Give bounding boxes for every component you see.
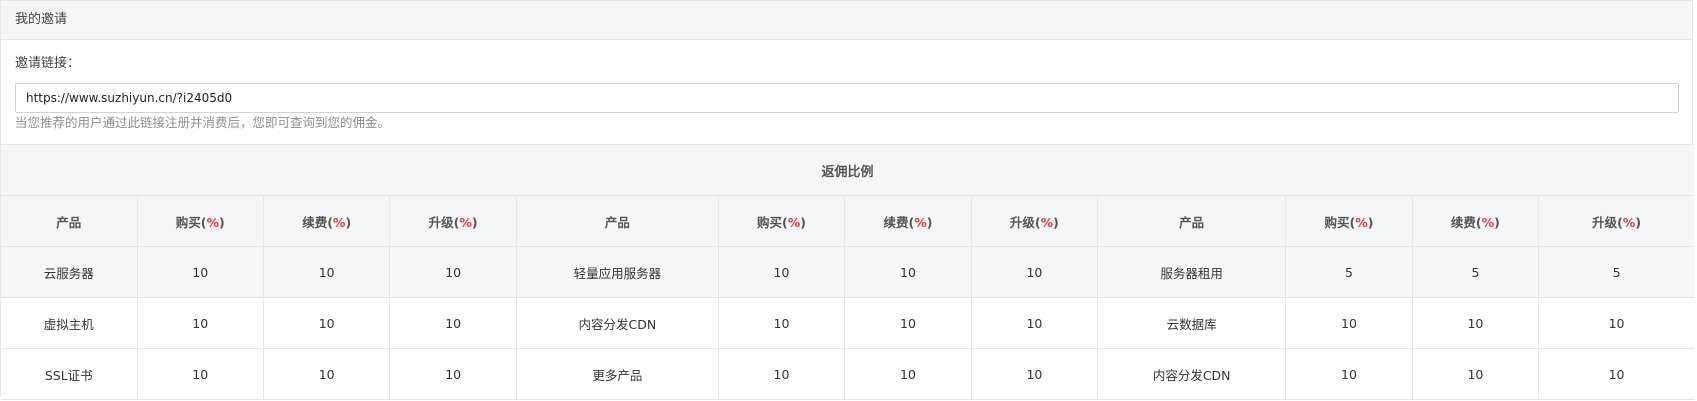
- col-upgrade: 升级(%): [970, 195, 1099, 247]
- col-buy-text: 购买(: [1324, 214, 1356, 230]
- pct-symbol: %: [1481, 214, 1495, 230]
- buy-rate-cell: 10: [1285, 297, 1413, 349]
- product-cell: 云数据库: [1097, 297, 1287, 349]
- col-buy: 购买(%): [1285, 195, 1413, 247]
- upgrade-rate-cell: 10: [970, 246, 1099, 298]
- col-buy: 购买(%): [717, 195, 846, 247]
- upgrade-rate-cell: 10: [970, 348, 1099, 400]
- pct-symbol: %: [459, 214, 472, 230]
- table-row: SSL证书 10 10 10 更多产品 10 10 10 内容分发CDN 10 …: [1, 348, 1694, 400]
- product-cell: 虚拟主机: [1, 297, 138, 349]
- col-renew-text: 续费(: [302, 214, 333, 230]
- col-close: ): [1635, 214, 1642, 230]
- col-buy-text: 购买(: [175, 214, 207, 230]
- col-renew: 续费(%): [262, 195, 391, 247]
- col-renew: 续费(%): [844, 195, 972, 247]
- pct-symbol: %: [1622, 214, 1636, 230]
- col-buy: 购买(%): [136, 195, 264, 247]
- upgrade-rate-cell: 5: [1538, 246, 1694, 298]
- rebate-table-header: 产品 购买(%) 续费(%) 升级(%) 产品 购买(%) 续费(%) 升级(%…: [1, 195, 1694, 247]
- col-product: 产品: [1, 195, 138, 247]
- buy-rate-cell: 5: [1285, 246, 1413, 298]
- product-cell: 内容分发CDN: [515, 297, 719, 349]
- renew-rate-cell: 10: [1411, 348, 1540, 400]
- col-buy-text: 购买(: [757, 214, 788, 230]
- col-close: ): [1053, 214, 1059, 230]
- product-cell: 更多产品: [515, 348, 719, 400]
- col-upgrade-text: 升级(: [1009, 214, 1041, 230]
- col-renew: 续费(%): [1411, 195, 1540, 247]
- upgrade-rate-cell: 10: [389, 246, 517, 298]
- col-upgrade-text: 升级(: [1592, 214, 1623, 230]
- col-upgrade: 升级(%): [1538, 195, 1694, 247]
- col-close: ): [219, 214, 225, 230]
- buy-rate-cell: 10: [136, 348, 264, 400]
- pct-symbol: %: [332, 214, 346, 230]
- product-cell: SSL证书: [1, 348, 138, 400]
- invite-section: 邀请链接： 当您推荐的用户通过此链接注册并消费后，您即可查询到您的佣金。: [1, 40, 1692, 144]
- panel-title: 我的邀请: [1, 1, 1692, 40]
- invite-link-input[interactable]: [15, 83, 1679, 113]
- upgrade-rate-cell: 10: [970, 297, 1099, 349]
- col-upgrade-text: 升级(: [428, 214, 460, 230]
- col-renew-text: 续费(: [883, 214, 915, 230]
- renew-rate-cell: 10: [1411, 297, 1540, 349]
- col-close: ): [800, 214, 806, 230]
- buy-rate-cell: 10: [717, 348, 846, 400]
- rebate-rate-table: 返佣比例 产品 购买(%) 续费(%) 升级(%) 产品 购买(%) 续费(%)…: [1, 144, 1694, 400]
- pct-symbol: %: [1355, 214, 1368, 230]
- col-product: 产品: [1097, 195, 1287, 247]
- upgrade-rate-cell: 10: [1538, 297, 1694, 349]
- buy-rate-cell: 10: [717, 297, 846, 349]
- product-cell: 云服务器: [1, 246, 138, 298]
- pct-symbol: %: [787, 214, 801, 230]
- renew-rate-cell: 10: [844, 297, 972, 349]
- my-invitation-panel: 我的邀请 邀请链接： 当您推荐的用户通过此链接注册并消费后，您即可查询到您的佣金…: [0, 0, 1694, 400]
- buy-rate-cell: 10: [136, 246, 264, 298]
- renew-rate-cell: 5: [1411, 246, 1540, 298]
- table-row: 虚拟主机 10 10 10 内容分发CDN 10 10 10 云数据库 10 1…: [1, 297, 1694, 349]
- renew-rate-cell: 10: [262, 348, 391, 400]
- renew-rate-cell: 10: [844, 348, 972, 400]
- col-upgrade: 升级(%): [389, 195, 517, 247]
- upgrade-rate-cell: 10: [389, 297, 517, 349]
- buy-rate-cell: 10: [717, 246, 846, 298]
- invite-link-label: 邀请链接：: [15, 56, 81, 71]
- renew-rate-cell: 10: [844, 246, 972, 298]
- table-row: 云服务器 10 10 10 轻量应用服务器 10 10 10 服务器租用 5 5…: [1, 246, 1694, 298]
- pct-symbol: %: [1040, 214, 1054, 230]
- col-close: ): [1367, 214, 1374, 230]
- col-close: ): [1494, 214, 1500, 230]
- pct-symbol: %: [206, 214, 219, 230]
- product-cell: 服务器租用: [1097, 246, 1287, 298]
- renew-rate-cell: 10: [262, 246, 391, 298]
- buy-rate-cell: 10: [1285, 348, 1413, 400]
- buy-rate-cell: 10: [136, 297, 264, 349]
- invite-help-text: 当您推荐的用户通过此链接注册并消费后，您即可查询到您的佣金。: [15, 115, 391, 130]
- renew-rate-cell: 10: [262, 297, 391, 349]
- product-cell: 内容分发CDN: [1097, 348, 1287, 400]
- product-cell: 轻量应用服务器: [515, 246, 719, 298]
- rebate-table-title: 返佣比例: [1, 144, 1694, 196]
- col-product: 产品: [515, 195, 719, 247]
- col-close: ): [926, 214, 933, 230]
- col-close: ): [345, 214, 352, 230]
- col-close: ): [471, 214, 478, 230]
- pct-symbol: %: [914, 214, 927, 230]
- col-renew-text: 续费(: [1450, 214, 1482, 230]
- upgrade-rate-cell: 10: [1538, 348, 1694, 400]
- upgrade-rate-cell: 10: [389, 348, 517, 400]
